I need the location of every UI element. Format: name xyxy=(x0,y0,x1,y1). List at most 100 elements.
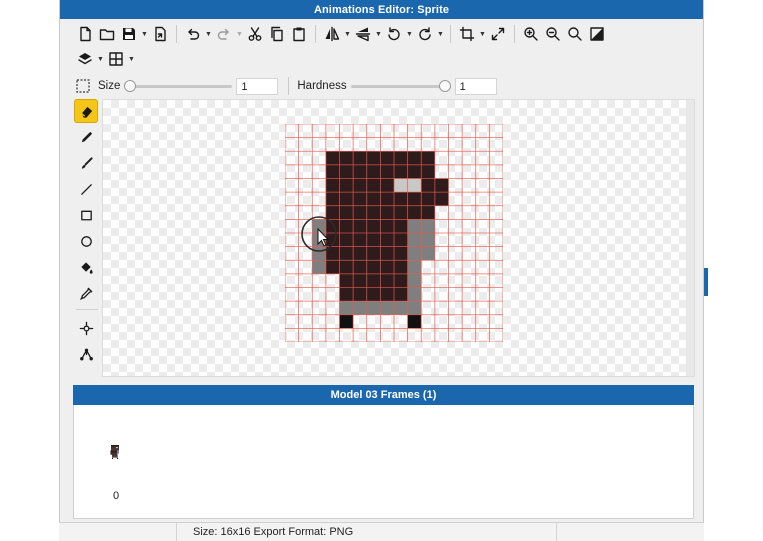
sprite-pixel[interactable] xyxy=(366,287,381,302)
save-button[interactable] xyxy=(118,23,140,45)
sprite-pixel[interactable] xyxy=(339,178,354,193)
fill-tool[interactable] xyxy=(74,255,98,279)
sprite-pixel[interactable] xyxy=(407,314,422,329)
size-input[interactable]: 1 xyxy=(236,77,279,95)
flip-vertical-button[interactable] xyxy=(352,23,374,45)
sprite-pixel[interactable] xyxy=(380,273,394,288)
sprite-pixel[interactable] xyxy=(353,287,367,302)
rotate-right-button[interactable] xyxy=(414,23,436,45)
resize-button[interactable] xyxy=(487,23,509,45)
sprite-pixel[interactable] xyxy=(407,260,422,274)
sprite-pixel[interactable] xyxy=(366,246,381,261)
sprite-pixel[interactable] xyxy=(325,164,340,179)
sprite-pixel[interactable] xyxy=(353,219,367,233)
sprite-pixel[interactable] xyxy=(339,287,354,302)
sprite-pixel[interactable] xyxy=(325,192,340,206)
sprite-pixel[interactable] xyxy=(421,246,435,261)
sprite-pixel[interactable] xyxy=(407,178,422,193)
sprite-pixel[interactable] xyxy=(394,219,408,233)
sprite-pixel[interactable] xyxy=(407,301,422,315)
redo-button[interactable] xyxy=(213,23,235,45)
sprite-pixel[interactable] xyxy=(421,164,435,179)
sprite-pixel[interactable] xyxy=(407,164,422,179)
sprite-pixel[interactable] xyxy=(421,178,435,193)
sprite-pixel[interactable] xyxy=(353,301,367,315)
copy-button[interactable] xyxy=(266,23,288,45)
sprite-pixel[interactable] xyxy=(366,151,381,165)
sprite-pixel[interactable] xyxy=(325,260,340,274)
sprite-pixel[interactable] xyxy=(394,164,408,179)
color-swap-button[interactable] xyxy=(586,23,608,45)
grid-button[interactable] xyxy=(105,48,127,70)
sprite-pixel[interactable] xyxy=(407,219,422,233)
sprite-pixel[interactable] xyxy=(366,273,381,288)
sprite-pixel[interactable] xyxy=(394,246,408,261)
sprite-pixel[interactable] xyxy=(421,219,435,233)
sprite-pixel[interactable] xyxy=(380,246,394,261)
sprite-pixel[interactable] xyxy=(353,260,367,274)
sprite-pixel[interactable] xyxy=(325,151,340,165)
sprite-pixel[interactable] xyxy=(421,205,435,220)
hardness-slider[interactable] xyxy=(350,80,451,92)
sprite-pixel[interactable] xyxy=(339,260,354,274)
sprite-pixel[interactable] xyxy=(407,246,422,261)
sprite-pixel[interactable] xyxy=(421,151,435,165)
sprite-pixel[interactable] xyxy=(366,219,381,233)
sprite-pixel[interactable] xyxy=(394,178,408,193)
sprite-pixel[interactable] xyxy=(394,301,408,315)
sprite-pixel[interactable] xyxy=(353,205,367,220)
zoom-in-button[interactable] xyxy=(520,23,542,45)
drawing-canvas[interactable] xyxy=(102,99,695,377)
sprite-pixel[interactable] xyxy=(394,260,408,274)
zoom-out-button[interactable] xyxy=(542,23,564,45)
frame-thumbnail[interactable] xyxy=(110,445,119,462)
sprite-pixel[interactable] xyxy=(339,314,354,329)
brush-tool[interactable] xyxy=(74,151,98,175)
line-tool[interactable] xyxy=(74,177,98,201)
sprite-pixel[interactable] xyxy=(394,205,408,220)
export-button[interactable] xyxy=(149,23,171,45)
dropdown-arrow-icon[interactable]: ▼ xyxy=(374,23,383,45)
sprite-pixel[interactable] xyxy=(366,178,381,193)
sprite-pixel[interactable] xyxy=(380,178,394,193)
sprite-pixel[interactable] xyxy=(339,164,354,179)
dropdown-arrow-icon[interactable]: ▼ xyxy=(478,23,487,45)
dropdown-arrow-icon[interactable]: ▼ xyxy=(436,23,445,45)
undo-button[interactable] xyxy=(182,23,204,45)
sprite-pixel[interactable] xyxy=(353,233,367,247)
sprite-pixel[interactable] xyxy=(407,273,422,288)
sprite-pixel[interactable] xyxy=(394,192,408,206)
eyedropper-tool[interactable] xyxy=(74,281,98,305)
eraser-tool[interactable] xyxy=(74,99,98,123)
sprite-pixel[interactable] xyxy=(380,192,394,206)
cut-button[interactable] xyxy=(244,23,266,45)
sprite-pixel[interactable] xyxy=(407,151,422,165)
sprite-pixel[interactable] xyxy=(339,192,354,206)
dropdown-arrow-icon[interactable]: ▼ xyxy=(235,23,244,45)
sprite-pixel[interactable] xyxy=(366,205,381,220)
dropdown-arrow-icon[interactable]: ▼ xyxy=(96,48,105,70)
crop-button[interactable] xyxy=(456,23,478,45)
sprite-pixel[interactable] xyxy=(380,287,394,302)
sprite-pixel[interactable] xyxy=(380,205,394,220)
dropdown-arrow-icon[interactable]: ▼ xyxy=(343,23,352,45)
sprite-pixel[interactable] xyxy=(394,287,408,302)
sprite-pixel[interactable] xyxy=(353,151,367,165)
dropdown-arrow-icon[interactable]: ▼ xyxy=(405,23,414,45)
ellipse-tool[interactable] xyxy=(74,229,98,253)
sprite-pixel[interactable] xyxy=(366,192,381,206)
zoom-fit-button[interactable] xyxy=(564,23,586,45)
hardness-input[interactable]: 1 xyxy=(454,77,497,95)
sprite-pixel[interactable] xyxy=(353,164,367,179)
sprite-pixel[interactable] xyxy=(407,287,422,302)
sprite-pixel[interactable] xyxy=(407,192,422,206)
sprite-pixel[interactable] xyxy=(366,164,381,179)
dropdown-arrow-icon[interactable]: ▼ xyxy=(204,23,213,45)
move-pivot-tool[interactable] xyxy=(74,316,98,340)
sprite-pixel[interactable] xyxy=(353,192,367,206)
sprite-pixel[interactable] xyxy=(366,301,381,315)
open-folder-button[interactable] xyxy=(96,23,118,45)
dropdown-arrow-icon[interactable]: ▼ xyxy=(127,48,136,70)
layers-button[interactable] xyxy=(74,48,96,70)
sprite-pixel[interactable] xyxy=(339,301,354,315)
